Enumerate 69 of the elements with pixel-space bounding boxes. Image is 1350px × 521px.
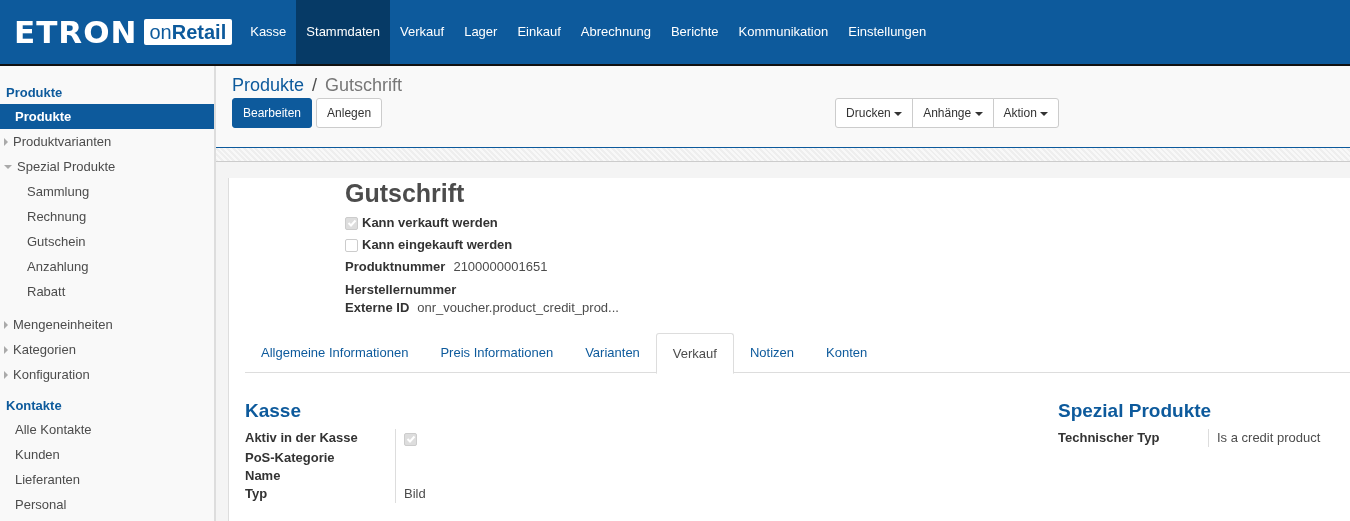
dropdown-button[interactable]: Anhänge <box>912 98 994 128</box>
field-label: Aktiv in der Kasse <box>245 429 359 447</box>
field-label: Herstellernummer <box>345 281 457 299</box>
checkbox[interactable] <box>345 238 358 252</box>
breadcrumb-link[interactable]: Produkte <box>232 76 305 94</box>
edit-button[interactable]: Bearbeiten <box>232 98 313 128</box>
checkbox-label: Kann eingekauft werden <box>362 236 513 254</box>
sidebar-item[interactable]: Lieferanten <box>0 467 214 492</box>
caret-icon <box>4 320 8 329</box>
tab[interactable]: Varianten <box>569 333 656 373</box>
field-value: 2100000001651 <box>453 258 548 276</box>
logo-badge: onRetail <box>143 19 233 45</box>
caret-icon <box>894 111 903 116</box>
tab[interactable]: Verkauf <box>655 333 734 374</box>
checkbox[interactable] <box>345 216 358 230</box>
menu-item[interactable]: Berichte <box>660 0 729 64</box>
section-title: Kasse <box>245 399 302 423</box>
sidebar-item[interactable]: Sammlung <box>0 179 214 204</box>
caret-icon <box>4 370 8 379</box>
caret-icon <box>4 137 8 146</box>
menu-item[interactable]: Kasse <box>240 0 297 64</box>
field-value: Is a credit product <box>1217 430 1321 445</box>
sidebar-item[interactable]: Konfiguration <box>0 362 214 387</box>
sidebar-item[interactable]: Kunden <box>0 442 214 467</box>
create-button[interactable]: Anlegen <box>316 98 383 128</box>
menu-item[interactable]: Kommunikation <box>728 0 839 64</box>
sidebar-item[interactable]: Rechnung <box>0 204 214 229</box>
sidebar-heading: Produkte <box>5 84 64 102</box>
sidebar-item[interactable]: Alle Kontakte <box>0 417 214 442</box>
breadcrumb-current: Gutschrift <box>325 76 403 94</box>
sidebar-item[interactable]: Mengeneinheiten <box>0 312 214 337</box>
field-label: Technischer Typ <box>1058 429 1161 447</box>
tab[interactable]: Allgemeine Informationen <box>245 333 425 373</box>
caret-icon <box>4 164 12 169</box>
field-value: onr_voucher.product_credit_prod... <box>417 299 619 317</box>
menu-item[interactable]: Abrechnung <box>570 0 661 64</box>
record-title: Gutschrift <box>345 178 466 208</box>
field-label: Typ <box>245 485 269 503</box>
sidebar-item[interactable]: Produktvarianten <box>0 129 214 154</box>
field-label: PoS-Kategorie Name <box>245 449 336 485</box>
sidebar-item[interactable]: Spezial Produkte <box>0 154 214 179</box>
field-label: Externe ID <box>345 299 410 317</box>
dropdown-button[interactable]: Aktion <box>992 98 1060 128</box>
sidebar-item[interactable]: Rabatt <box>0 279 214 304</box>
sidebar-item[interactable]: Produkte <box>0 104 214 129</box>
caret-icon <box>4 345 8 354</box>
logo-text: ETRON <box>13 23 139 41</box>
sidebar-item[interactable]: Personal <box>0 492 214 517</box>
sidebar-item[interactable]: Gutschein <box>0 229 214 254</box>
tab[interactable]: Konten <box>810 333 884 373</box>
sidebar-item[interactable]: Anzahlung <box>0 254 214 279</box>
field-label: Produktnummer <box>345 258 446 276</box>
caret-icon <box>1040 111 1049 116</box>
tab[interactable]: Preis Informationen <box>424 333 570 373</box>
breadcrumb-separator: / <box>312 76 318 94</box>
menu-item[interactable]: Stammdaten <box>296 0 391 64</box>
section-title: Spezial Produkte <box>1058 399 1213 423</box>
field-value: Bild <box>404 486 426 501</box>
tab[interactable]: Notizen <box>733 333 810 373</box>
menu-item[interactable]: Verkauf <box>390 0 455 64</box>
menu-item[interactable]: Lager <box>454 0 508 64</box>
checkbox[interactable] <box>404 432 417 446</box>
sidebar-item[interactable]: Kategorien <box>0 337 214 362</box>
dropdown-button[interactable]: Drucken <box>835 98 914 128</box>
checkbox-label: Kann verkauft werden <box>362 214 498 232</box>
menu-item[interactable]: Einkauf <box>507 0 571 64</box>
sidebar-heading: Kontakte <box>5 397 63 415</box>
caret-icon <box>974 111 983 116</box>
menu-item[interactable]: Einstellungen <box>838 0 937 64</box>
